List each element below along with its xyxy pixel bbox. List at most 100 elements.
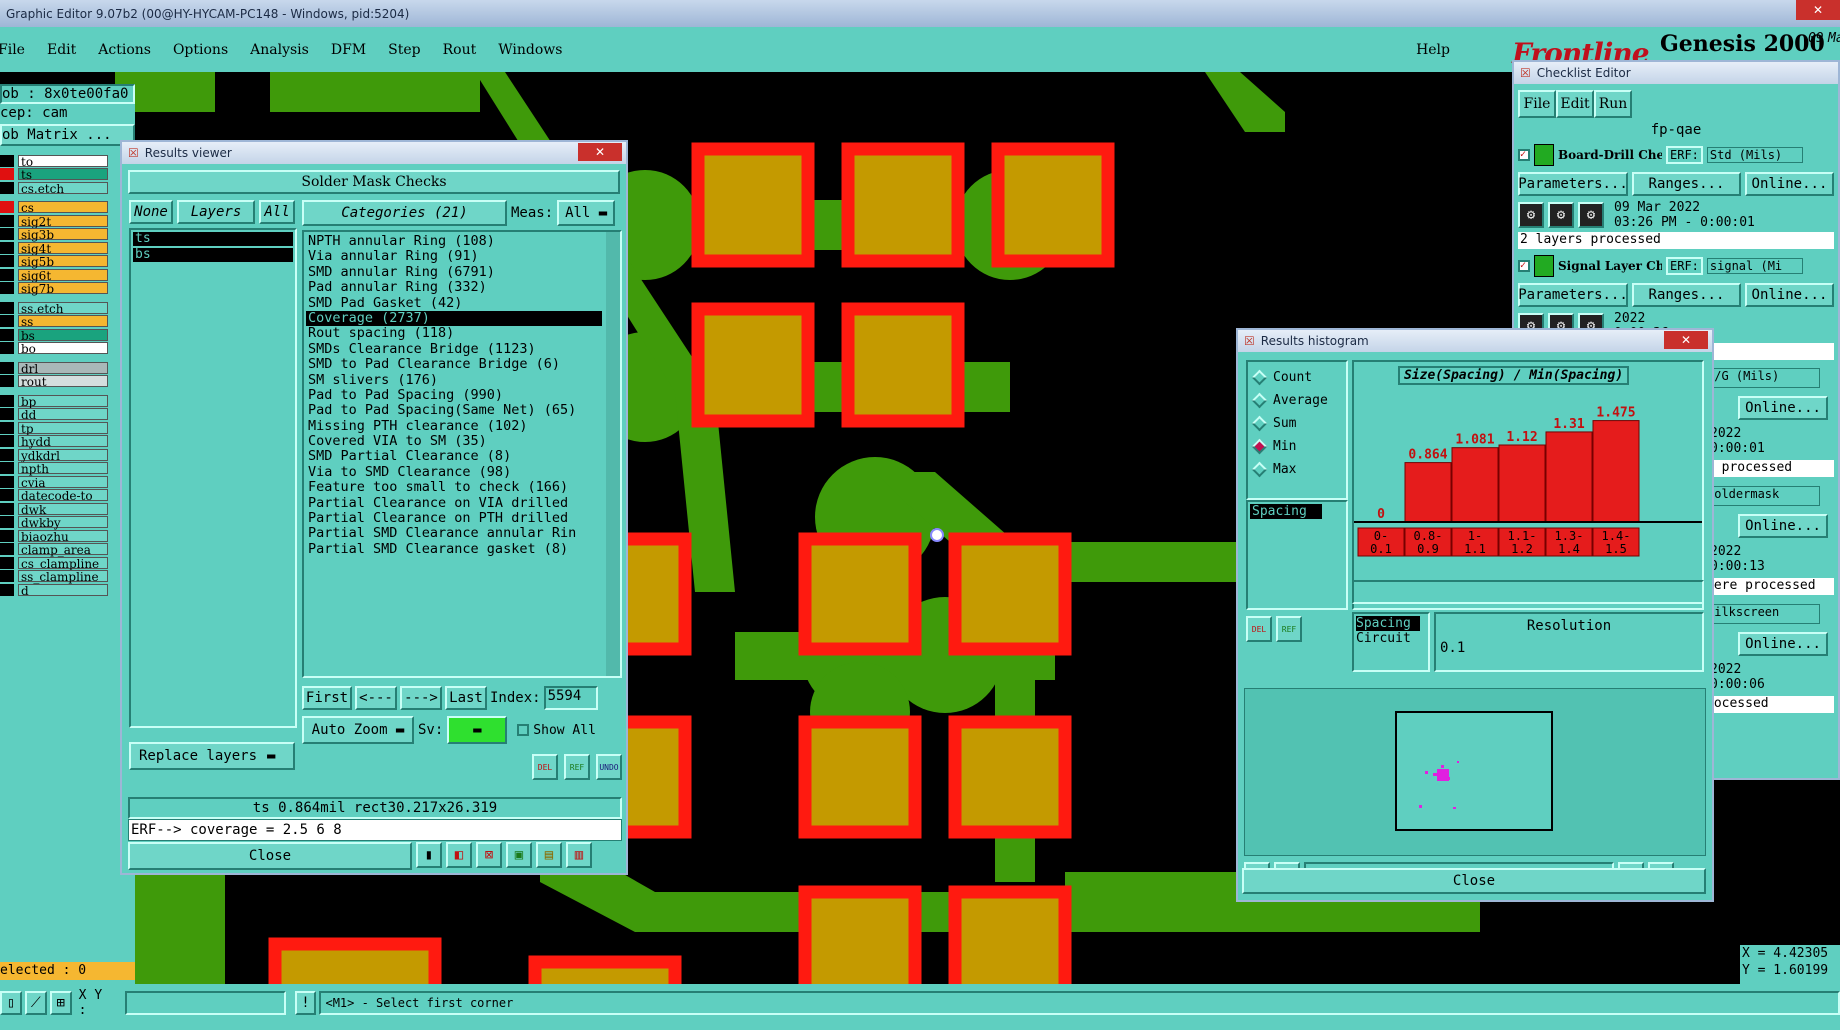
clear-icon[interactable]: ⊠ xyxy=(476,842,502,868)
measure-icon[interactable]: ⟋ xyxy=(24,991,47,1015)
layer-name[interactable]: cs xyxy=(18,201,108,214)
layer-row[interactable]: rout xyxy=(0,375,108,388)
layer-row[interactable]: clamp_area xyxy=(0,543,108,556)
auto-zoom-dropdown[interactable]: Auto Zoom ▬ xyxy=(302,716,414,744)
histogram-bar[interactable] xyxy=(1451,447,1499,523)
category-item[interactable]: Covered VIA to SM (35) xyxy=(306,434,602,449)
layer-name[interactable]: datecode-to xyxy=(18,489,108,502)
parameters-button[interactable]: Parameters... xyxy=(1518,283,1628,307)
results-close-button[interactable]: Close xyxy=(128,842,412,870)
menu-help[interactable]: Help xyxy=(1416,42,1450,58)
menu-actions[interactable]: Actions xyxy=(98,42,151,58)
histogram-bar[interactable] xyxy=(1545,431,1593,523)
menu-dfm[interactable]: DFM xyxy=(331,42,366,58)
show-all-checkbox[interactable] xyxy=(517,724,530,736)
histogram-bar[interactable] xyxy=(1404,462,1452,523)
report-icon[interactable]: ▤ xyxy=(536,842,562,868)
category-item[interactable]: Rout spacing (118) xyxy=(306,326,602,341)
run-icon[interactable]: ⚙ xyxy=(1578,202,1604,228)
layer-name[interactable]: rout xyxy=(18,375,108,388)
group-list[interactable]: Spacing Circuit xyxy=(1352,612,1430,672)
checklist-menu-run[interactable]: Run xyxy=(1594,90,1632,118)
option-sum[interactable]: Sum xyxy=(1248,412,1346,435)
replace-layers-dropdown[interactable]: Replace layers ▬ xyxy=(129,742,295,770)
category-item[interactable]: Feature too small to check (166) xyxy=(306,480,602,495)
first-button[interactable]: First xyxy=(302,686,352,710)
results-layer-item[interactable]: ts xyxy=(133,232,293,246)
layer-row[interactable]: cs_clampline xyxy=(0,556,108,570)
erf-button[interactable]: ERF: xyxy=(1666,257,1703,275)
option-max[interactable]: Max xyxy=(1248,458,1346,481)
checklist-checkbox[interactable]: ✓ xyxy=(1518,260,1530,272)
layer-row[interactable]: sig2t xyxy=(0,214,108,228)
layer-name[interactable]: dwkby xyxy=(18,516,108,529)
run-icon[interactable]: ⚙ xyxy=(1548,202,1574,228)
layer-name[interactable]: sig4t xyxy=(18,241,108,255)
category-item[interactable]: Pad annular Ring (332) xyxy=(306,280,602,295)
layer-name[interactable]: cvia xyxy=(18,475,108,489)
layer-name[interactable]: bo xyxy=(18,342,108,355)
menu-step[interactable]: Step xyxy=(388,42,420,58)
category-item[interactable]: SMD annular Ring (6791) xyxy=(306,265,602,280)
ranges-button[interactable]: Ranges... xyxy=(1632,172,1741,196)
categories-list[interactable]: NPTH annular Ring (108) Via annular Ring … xyxy=(302,230,622,678)
histogram-close-icon[interactable]: ✕ xyxy=(1664,331,1708,349)
histogram-icon[interactable]: ▥ xyxy=(566,842,592,868)
layer-row[interactable]: bo xyxy=(0,342,108,355)
online-button[interactable]: Online... xyxy=(1738,632,1828,656)
snap-icon[interactable]: ▯ xyxy=(0,991,22,1015)
last-button[interactable]: Last xyxy=(445,686,487,710)
hist-del-icon[interactable]: DEL xyxy=(1246,616,1272,642)
undo-icon[interactable]: UNDO xyxy=(596,754,622,780)
highlight-icon[interactable]: ▮ xyxy=(416,842,442,868)
layer-row[interactable]: drl xyxy=(0,361,108,375)
checklist-menu-file[interactable]: File xyxy=(1518,90,1556,118)
meas-dropdown[interactable]: All ▬ xyxy=(557,200,616,226)
layer-row[interactable]: ss_clampline xyxy=(0,570,108,583)
xy-input[interactable] xyxy=(124,991,286,1015)
erf-button[interactable]: ERF: xyxy=(1666,146,1703,164)
layer-name[interactable]: to xyxy=(18,154,108,168)
layer-row[interactable]: dwkby xyxy=(0,516,108,529)
category-item[interactable]: SMD Partial Clearance (8) xyxy=(306,449,602,464)
layer-row[interactable]: sig4t xyxy=(0,241,108,255)
menu-file[interactable]: File xyxy=(0,42,25,58)
layer-name[interactable]: npth xyxy=(18,462,108,475)
ref-icon[interactable]: REF xyxy=(564,754,590,780)
histogram-bar[interactable] xyxy=(1592,420,1640,523)
layer-row[interactable]: sig7b xyxy=(0,282,108,295)
option-count[interactable]: Count xyxy=(1248,366,1346,389)
histogram-field-list[interactable]: Spacing xyxy=(1246,500,1348,610)
layer-row[interactable]: sig5b xyxy=(0,255,108,268)
field-spacing[interactable]: Spacing xyxy=(1250,504,1322,519)
checklist-menu-edit[interactable]: Edit xyxy=(1556,90,1594,118)
online-button[interactable]: Online... xyxy=(1744,283,1834,307)
category-item[interactable]: SM slivers (176) xyxy=(306,373,602,388)
layer-row[interactable]: bp xyxy=(0,394,108,408)
category-item[interactable]: Pad to Pad Spacing(Same Net) (65) xyxy=(306,403,602,418)
checklist-checkbox[interactable]: ✓ xyxy=(1518,149,1530,161)
option-min[interactable]: Min xyxy=(1248,435,1346,458)
layer-row[interactable]: ss.etch xyxy=(0,301,108,315)
category-item[interactable]: Partial SMD Clearance annular Rin xyxy=(306,526,602,541)
del-icon[interactable]: DEL xyxy=(532,754,558,780)
layer-name[interactable]: ss_clampline xyxy=(18,570,108,583)
category-item[interactable]: SMD Pad Gasket (42) xyxy=(306,296,602,311)
select-icon[interactable]: ◧ xyxy=(446,842,472,868)
checklist-item-name[interactable]: Signal Layer Ch xyxy=(1558,259,1662,273)
layer-row[interactable]: cvia xyxy=(0,475,108,489)
category-item[interactable]: SMD to Pad Clearance Bridge (6) xyxy=(306,357,602,372)
category-item[interactable]: Missing PTH clearance (102) xyxy=(306,419,602,434)
results-layer-list[interactable]: ts bs xyxy=(129,228,297,728)
category-item[interactable]: NPTH annular Ring (108) xyxy=(306,234,602,249)
layer-row[interactable]: ss xyxy=(0,315,108,328)
layer-row[interactable]: biaozhu xyxy=(0,529,108,543)
layers-button[interactable]: Layers xyxy=(177,200,255,224)
layer-name[interactable]: ydkdrl xyxy=(18,448,108,462)
sv-color-dropdown[interactable]: ▬ xyxy=(447,716,508,744)
results-layer-item[interactable]: bs xyxy=(133,248,293,262)
ranges-button[interactable]: Ranges... xyxy=(1632,283,1741,307)
category-item[interactable]: Partial Clearance on PTH drilled xyxy=(306,511,602,526)
tag-icon[interactable]: ▣ xyxy=(506,842,532,868)
histogram-close-button[interactable]: Close xyxy=(1242,868,1706,894)
